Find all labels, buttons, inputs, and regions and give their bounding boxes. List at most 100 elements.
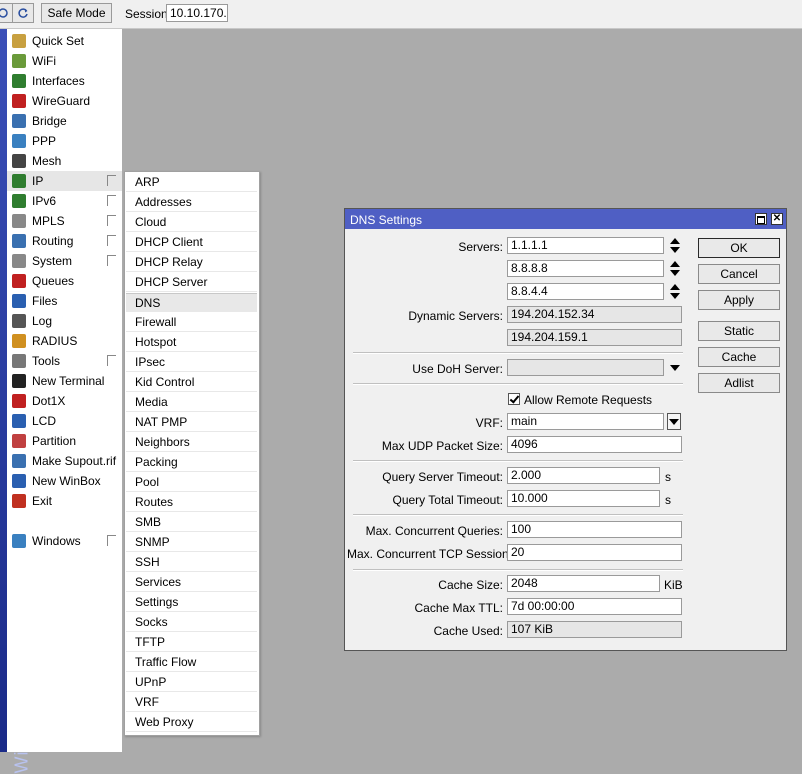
ip-submenu-item-dhcp-server[interactable]: DHCP Server: [126, 273, 257, 292]
ip-submenu-item-ipsec[interactable]: IPsec: [126, 353, 257, 372]
ip-submenu-item-smb[interactable]: SMB: [126, 513, 257, 532]
main-menu-item-quick-set[interactable]: Quick Set: [7, 31, 122, 51]
ip-submenu-item-vrf[interactable]: VRF: [126, 693, 257, 712]
query-total-timeout-field[interactable]: 10.000: [507, 490, 660, 507]
main-menu-item-ip[interactable]: IP: [7, 171, 122, 191]
window-title-bar[interactable]: DNS Settings ✕: [345, 209, 786, 229]
dynamic-servers-label: Dynamic Servers:: [408, 309, 503, 323]
ip-submenu-item-kid-control[interactable]: Kid Control: [126, 373, 257, 392]
main-menu-item-radius[interactable]: RADIUS: [7, 331, 122, 351]
main-menu-item-label: Partition: [32, 434, 77, 448]
query-server-timeout-label: Query Server Timeout:: [382, 470, 503, 484]
server-1-reorder[interactable]: [669, 238, 681, 254]
ip-submenu-item-packing[interactable]: Packing: [126, 453, 257, 472]
main-menu-item-tools[interactable]: Tools: [7, 351, 122, 371]
main-menu-item-new-terminal[interactable]: New Terminal: [7, 371, 122, 391]
ok-button[interactable]: OK: [698, 238, 780, 258]
max-concurrent-tcp-sessions-field[interactable]: 20: [507, 544, 682, 561]
max-concurrent-queries-field[interactable]: 100: [507, 521, 682, 538]
server-2-reorder[interactable]: [669, 261, 681, 277]
session-field[interactable]: 10.10.170.1: [166, 4, 228, 22]
mpls-icon: [12, 214, 26, 228]
main-menu-item-system[interactable]: System: [7, 251, 122, 271]
main-menu-item-queues[interactable]: Queues: [7, 271, 122, 291]
doh-dropdown-icon[interactable]: [670, 365, 680, 371]
main-menu-item-windows[interactable]: Windows: [7, 531, 122, 551]
server-field-2[interactable]: 8.8.8.8: [507, 260, 664, 277]
ip-submenu-item-nat-pmp[interactable]: NAT PMP: [126, 413, 257, 432]
main-menu-item-label: System: [32, 254, 73, 268]
separator: [353, 460, 683, 462]
main-menu-item-log[interactable]: Log: [7, 311, 122, 331]
main-menu-item-make-supout-rif[interactable]: Make Supout.rif: [7, 451, 122, 471]
cache-size-field[interactable]: 2048: [507, 575, 660, 592]
apply-button[interactable]: Apply: [698, 290, 780, 310]
ip-submenu-item-pool[interactable]: Pool: [126, 473, 257, 492]
vrf-field[interactable]: main: [507, 413, 664, 430]
main-menu-item-interfaces[interactable]: Interfaces: [7, 71, 122, 91]
main-menu-item-new-winbox[interactable]: New WinBox: [7, 471, 122, 491]
main-menu-item-label: Files: [32, 294, 58, 308]
max-udp-packet-size-field[interactable]: 4096: [507, 436, 682, 453]
ip-submenu-item-upnp[interactable]: UPnP: [126, 673, 257, 692]
main-menu-item-files[interactable]: Files: [7, 291, 122, 311]
main-menu-item-bridge[interactable]: Bridge: [7, 111, 122, 131]
ip-submenu-item-cloud[interactable]: Cloud: [126, 213, 257, 232]
queues-icon: [12, 274, 26, 288]
main-menu-item-label: Windows: [32, 534, 81, 548]
server-3-reorder[interactable]: [669, 284, 681, 300]
bridge-icon: [12, 114, 26, 128]
query-server-timeout-field[interactable]: 2.000: [507, 467, 660, 484]
ip-submenu-item-neighbors[interactable]: Neighbors: [126, 433, 257, 452]
terminal-icon: [12, 374, 26, 388]
ip-submenu-item-arp[interactable]: ARP: [126, 173, 257, 192]
allow-remote-requests-checkbox[interactable]: [508, 393, 520, 405]
up-arrow-icon: [670, 261, 680, 267]
maximize-button[interactable]: [755, 213, 767, 225]
max-concurrent-queries-label: Max. Concurrent Queries:: [365, 524, 503, 538]
main-menu-item-wifi[interactable]: WiFi: [7, 51, 122, 71]
files-icon: [12, 294, 26, 308]
close-button[interactable]: ✕: [771, 213, 783, 225]
main-menu-item-routing[interactable]: Routing: [7, 231, 122, 251]
main-menu-item-mpls[interactable]: MPLS: [7, 211, 122, 231]
toolbar: Safe Mode Session: 10.10.170.1: [0, 0, 802, 29]
safe-mode-button[interactable]: Safe Mode: [41, 3, 112, 23]
server-field-3[interactable]: 8.8.4.4: [507, 283, 664, 300]
ip-submenu-item-settings[interactable]: Settings: [126, 593, 257, 612]
ip-submenu-item-traffic-flow[interactable]: Traffic Flow: [126, 653, 257, 672]
ip-submenu-item-dns[interactable]: DNS: [126, 293, 257, 312]
ip-submenu-item-hotspot[interactable]: Hotspot: [126, 333, 257, 352]
main-menu-item-partition[interactable]: Partition: [7, 431, 122, 451]
cache-used-field: 107 KiB: [507, 621, 682, 638]
cancel-button[interactable]: Cancel: [698, 264, 780, 284]
main-menu-item-ppp[interactable]: PPP: [7, 131, 122, 151]
server-field-1[interactable]: 1.1.1.1: [507, 237, 664, 254]
cache-max-ttl-field[interactable]: 7d 00:00:00: [507, 598, 682, 615]
ip-submenu-item-addresses[interactable]: Addresses: [126, 193, 257, 212]
refresh-button[interactable]: [12, 3, 34, 23]
ip-submenu-item-dhcp-relay[interactable]: DHCP Relay: [126, 253, 257, 272]
use-doh-server-field[interactable]: [507, 359, 664, 376]
query-total-timeout-label: Query Total Timeout:: [392, 493, 504, 507]
main-menu-item-dot1x[interactable]: Dot1X: [7, 391, 122, 411]
vrf-dropdown-button[interactable]: [667, 413, 681, 430]
ip-submenu-item-dhcp-client[interactable]: DHCP Client: [126, 233, 257, 252]
ip-submenu-item-firewall[interactable]: Firewall: [126, 313, 257, 332]
main-menu-item-ipv6[interactable]: IPv6: [7, 191, 122, 211]
ip-submenu-item-tftp[interactable]: TFTP: [126, 633, 257, 652]
ip-submenu-item-socks[interactable]: Socks: [126, 613, 257, 632]
cache-button[interactable]: Cache: [698, 347, 780, 367]
ip-submenu-item-media[interactable]: Media: [126, 393, 257, 412]
ip-submenu-item-snmp[interactable]: SNMP: [126, 533, 257, 552]
ip-submenu-item-services[interactable]: Services: [126, 573, 257, 592]
main-menu-item-mesh[interactable]: Mesh: [7, 151, 122, 171]
ip-submenu-item-web-proxy[interactable]: Web Proxy: [126, 713, 257, 732]
ip-submenu-item-routes[interactable]: Routes: [126, 493, 257, 512]
main-menu-item-lcd[interactable]: LCD: [7, 411, 122, 431]
main-menu-item-exit[interactable]: Exit: [7, 491, 122, 511]
adlist-button[interactable]: Adlist: [698, 373, 780, 393]
ip-submenu-item-ssh[interactable]: SSH: [126, 553, 257, 572]
main-menu-item-wireguard[interactable]: WireGuard: [7, 91, 122, 111]
static-button[interactable]: Static: [698, 321, 780, 341]
